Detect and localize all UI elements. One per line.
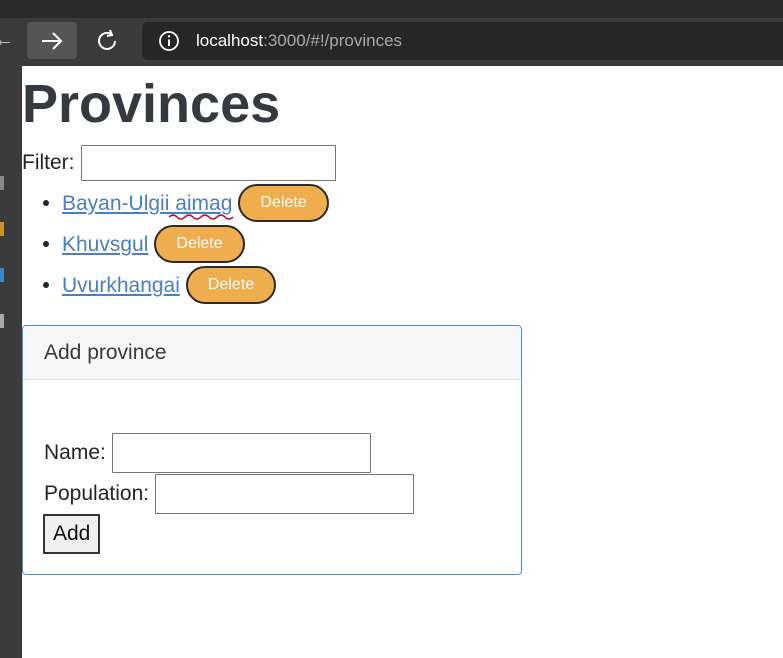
add-button[interactable]: Add	[43, 514, 101, 554]
name-label: Name:	[44, 441, 106, 464]
filter-label: Filter:	[22, 151, 75, 174]
population-field-row: Population:	[44, 474, 415, 514]
name-input[interactable]	[111, 433, 371, 473]
side-panel-marker	[0, 176, 4, 190]
province-link[interactable]: Uvurkhangai	[62, 265, 180, 306]
address-bar[interactable]: localhost:3000/#!/provinces	[142, 22, 783, 60]
page-title: Provinces	[22, 74, 281, 134]
forward-arrow-icon	[42, 31, 63, 50]
spellcheck-underline	[168, 214, 234, 220]
side-panel	[0, 66, 22, 658]
url-path: :3000/#!/provinces	[263, 31, 403, 50]
info-icon[interactable]	[158, 30, 180, 52]
delete-button[interactable]: Delete	[185, 266, 277, 305]
url-host: localhost	[196, 31, 264, 50]
province-link[interactable]: Khuvsgul	[62, 224, 148, 265]
delete-button[interactable]: Delete	[154, 225, 245, 264]
side-panel-marker	[0, 314, 4, 328]
forward-button[interactable]	[27, 22, 77, 59]
list-item: Uvurkhangai Delete	[62, 264, 329, 305]
province-link[interactable]: Bayan-Ulgii aimag	[62, 192, 232, 215]
side-panel-marker	[0, 268, 4, 282]
card-title: Add province	[23, 326, 521, 380]
back-arrow-icon[interactable]: ←	[0, 28, 14, 52]
filter-input[interactable]	[80, 145, 336, 181]
delete-button[interactable]: Delete	[238, 184, 329, 223]
list-item: Khuvsgul Delete	[62, 223, 329, 264]
filter-row: Filter:	[22, 142, 336, 184]
side-panel-marker	[0, 222, 4, 236]
population-label: Population:	[44, 482, 150, 505]
page-content: Provinces Filter: Bayan-Ulgii aimag Dele…	[22, 66, 783, 658]
list-item: Bayan-Ulgii aimag Delete	[62, 182, 329, 223]
reload-button[interactable]	[93, 27, 121, 55]
province-link-wrapper: Bayan-Ulgii aimag	[62, 183, 234, 224]
name-field-row: Name:	[44, 433, 371, 473]
browser-toolbar: ← localhost:3000/#!/provinces	[0, 0, 783, 66]
province-list: Bayan-Ulgii aimag Delete Khuvsgul Delete…	[22, 182, 329, 305]
tab-strip	[0, 0, 783, 18]
reload-icon	[98, 29, 116, 50]
population-input[interactable]	[155, 474, 415, 514]
add-province-card: Add province Name: Population: Add	[22, 325, 522, 575]
